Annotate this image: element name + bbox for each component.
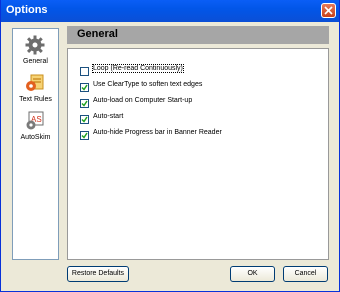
ok-button[interactable]: OK	[230, 266, 275, 282]
page-title: General	[77, 28, 118, 40]
checkmark-icon	[81, 84, 88, 91]
close-button[interactable]	[321, 3, 336, 18]
sidebar-item-label: Text Rules	[19, 96, 52, 103]
text-rules-icon	[26, 74, 44, 91]
option-label: Auto-load on Computer Start-up	[93, 97, 193, 104]
sidebar-item-general[interactable]: General	[13, 33, 58, 69]
checkmark-icon	[81, 116, 88, 123]
checkmark-icon	[81, 100, 88, 107]
checkbox[interactable]	[80, 131, 89, 140]
window-title: Options	[6, 4, 48, 16]
sidebar-item-label: General	[23, 58, 48, 65]
options-dialog: Options General Text Rules AS AutoSkim G…	[0, 0, 340, 292]
panel-header: General	[67, 26, 329, 44]
checkbox[interactable]	[80, 115, 89, 124]
option-label: Use ClearType to soften text edges	[93, 81, 203, 88]
option-label: Auto-hide Progress bar in Banner Reader	[93, 129, 222, 136]
options-list: Loop (Re-read Continuously) Use ClearTyp…	[67, 48, 329, 260]
title-bar[interactable]: Options	[1, 0, 339, 22]
gear-icon	[25, 35, 45, 55]
sidebar-item-text-rules[interactable]: Text Rules	[13, 71, 58, 107]
category-sidebar: General Text Rules AS AutoSkim	[12, 28, 59, 260]
checkmark-icon	[81, 132, 88, 139]
cancel-button[interactable]: Cancel	[283, 266, 328, 282]
option-label: Auto-start	[93, 113, 124, 120]
close-icon	[324, 6, 333, 15]
sidebar-item-autoskim[interactable]: AS AutoSkim	[13, 109, 58, 145]
checkbox[interactable]	[80, 99, 89, 108]
autoskim-icon: AS	[26, 111, 44, 130]
settings-panel: General Loop (Re-read Continuously) Use …	[67, 26, 329, 260]
option-label: Loop (Re-read Continuously)	[92, 64, 184, 73]
checkbox[interactable]	[80, 67, 89, 76]
sidebar-item-label: AutoSkim	[20, 134, 51, 141]
restore-defaults-button[interactable]: Restore Defaults	[67, 266, 129, 282]
checkbox[interactable]	[80, 83, 89, 92]
